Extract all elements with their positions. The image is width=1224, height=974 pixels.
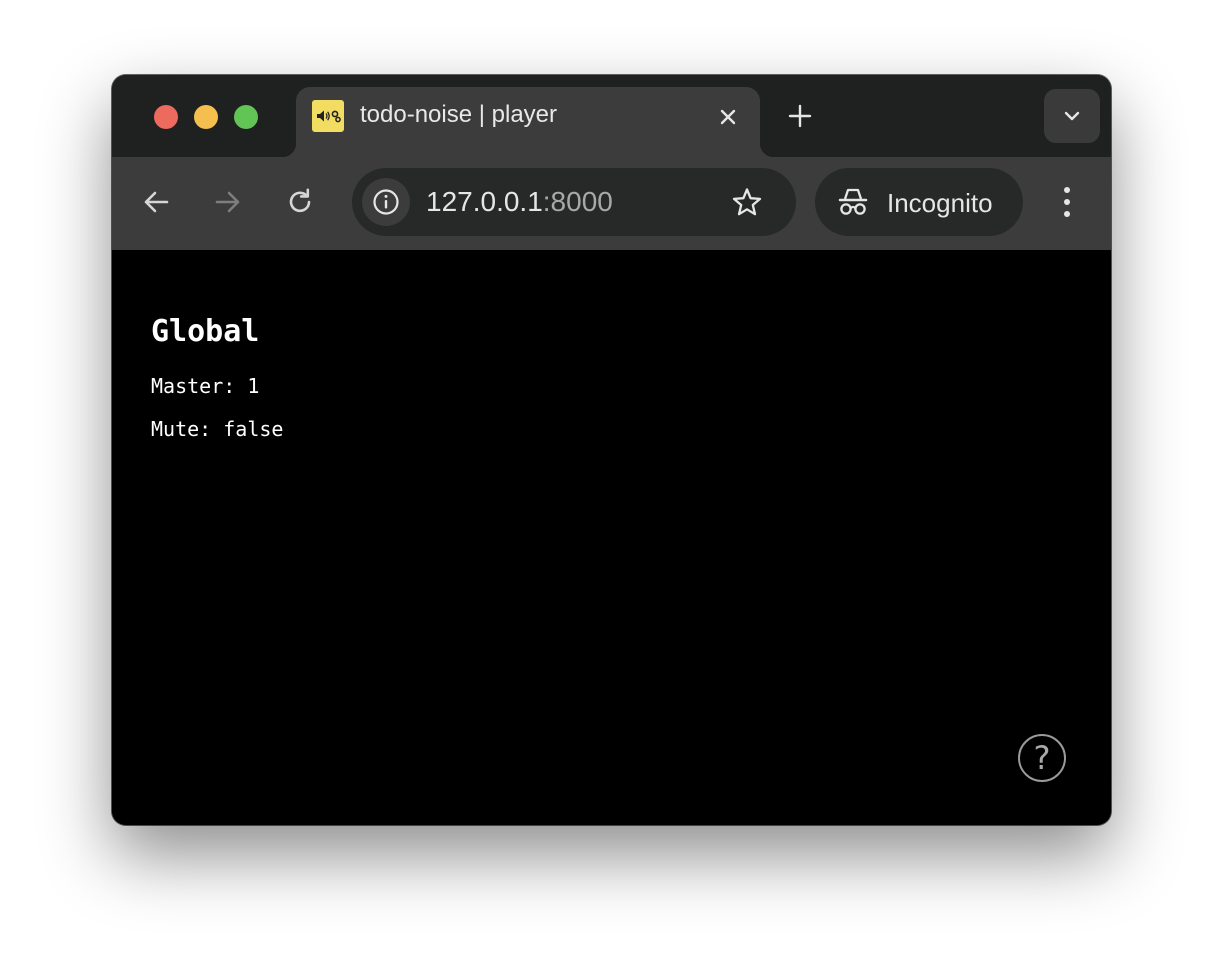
- incognito-label: Incognito: [887, 188, 993, 218]
- tab-close-icon[interactable]: [716, 105, 740, 129]
- incognito-profile-button[interactable]: Incognito: [815, 168, 1023, 236]
- tab-strip: todo-noise | player: [112, 75, 1111, 157]
- help-button[interactable]: ?: [1018, 734, 1066, 782]
- back-arrow-icon[interactable]: [140, 186, 172, 218]
- reload-icon[interactable]: [284, 186, 316, 218]
- page-content: Global Master: 1 Mute: false ?: [112, 250, 1111, 825]
- address-bar[interactable]: 127.0.0.1:8000: [352, 168, 796, 236]
- browser-toolbar: 127.0.0.1:8000 Incognito: [112, 157, 1111, 251]
- more-menu-icon[interactable]: [1052, 184, 1082, 220]
- chevron-down-icon: [1064, 111, 1080, 121]
- tab-active[interactable]: todo-noise | player: [282, 87, 774, 157]
- page-heading: Global: [151, 314, 260, 349]
- forward-arrow-icon[interactable]: [212, 186, 244, 218]
- tab-search-button[interactable]: [1044, 89, 1100, 143]
- mute-status-text: Mute: false: [151, 417, 284, 441]
- url-host: 127.0.0.1: [426, 186, 543, 217]
- url-text[interactable]: 127.0.0.1:8000: [426, 186, 613, 218]
- site-info-icon[interactable]: [362, 178, 410, 226]
- tab-title: todo-noise | player: [360, 101, 558, 128]
- close-window-button[interactable]: [154, 105, 178, 129]
- master-volume-text: Master: 1: [151, 374, 260, 398]
- favicon-icon: [312, 100, 344, 132]
- url-port: :8000: [542, 186, 613, 217]
- browser-window: todo-noise | player 127.0.0.1:8000 Incog…: [112, 75, 1111, 825]
- incognito-icon: [837, 186, 869, 218]
- new-tab-icon[interactable]: [786, 102, 814, 130]
- minimize-window-button[interactable]: [194, 105, 218, 129]
- zoom-window-button[interactable]: [234, 105, 258, 129]
- bookmark-star-icon[interactable]: [730, 186, 764, 220]
